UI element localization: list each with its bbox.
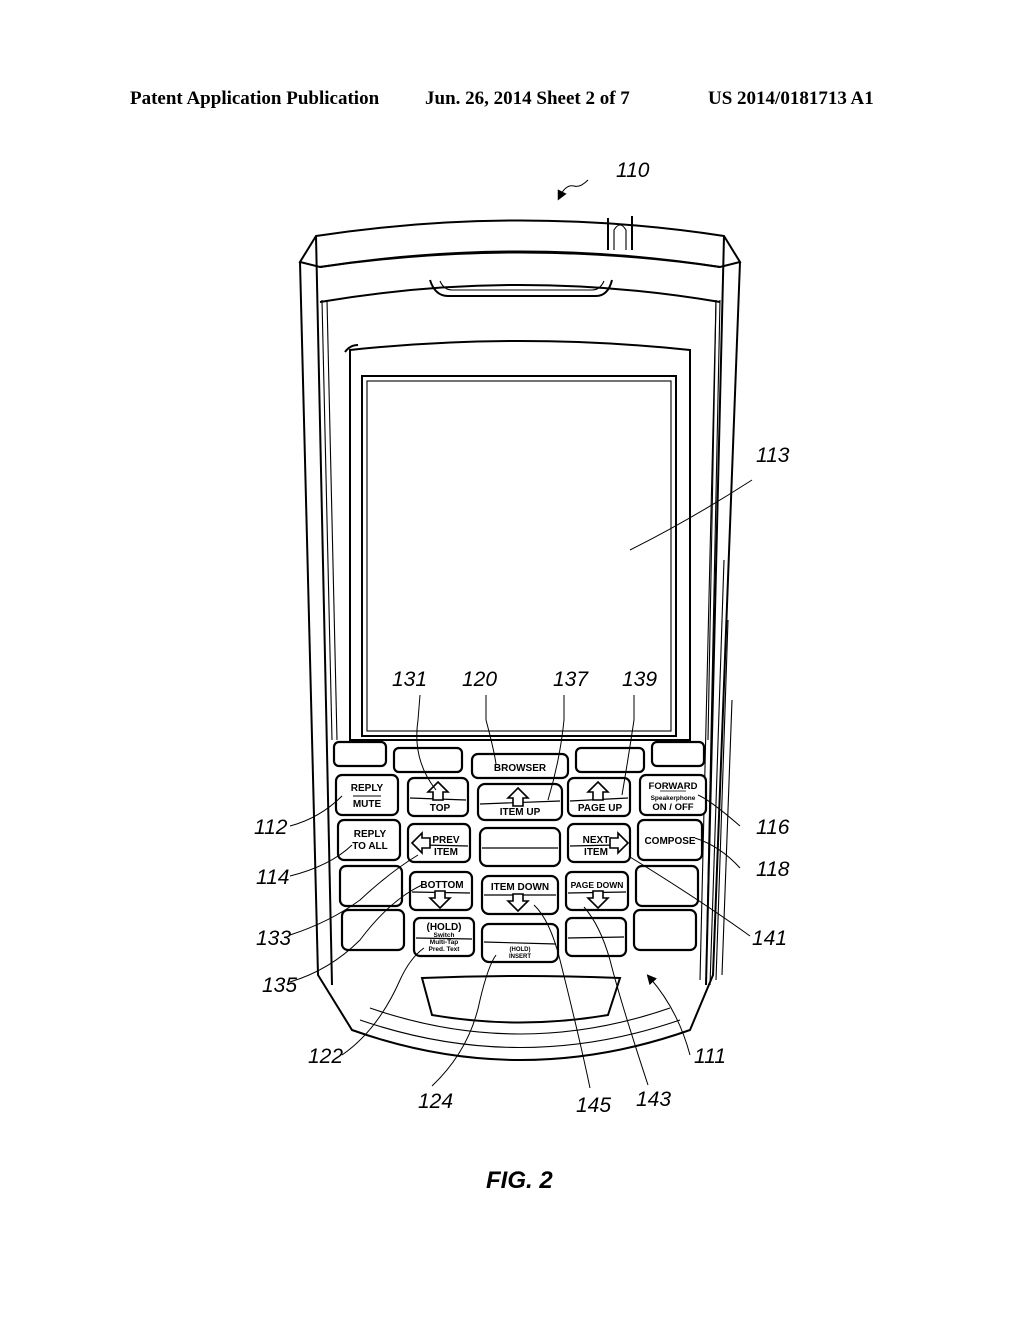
blank-key-row3-right[interactable]	[634, 864, 700, 908]
ref-141: 141	[752, 927, 787, 950]
prev-item-label: ITEM	[434, 847, 458, 858]
compose-label: COMPOSE	[644, 836, 695, 847]
top-label: TOP	[430, 803, 451, 814]
soft-key-left-outer[interactable]	[332, 740, 388, 768]
page-up-label: PAGE UP	[578, 803, 623, 814]
switch-label: Switch	[434, 932, 455, 939]
soft-key-right[interactable]	[574, 746, 646, 774]
on-off-label: ON / OFF	[652, 802, 693, 813]
keyboard: BROWSER REPLY MUTE TOP ITEM UP PAGE UP F…	[332, 740, 708, 964]
ref-139: 139	[622, 668, 657, 691]
patent-figure: BROWSER REPLY MUTE TOP ITEM UP PAGE UP F…	[254, 159, 790, 1194]
ref-120: 120	[462, 668, 497, 691]
ref-111: 111	[694, 1045, 726, 1068]
insert-label: INSERT	[509, 954, 531, 960]
ref-135: 135	[262, 974, 297, 997]
ref-122: 122	[308, 1045, 343, 1068]
to-all-label: TO ALL	[352, 841, 388, 852]
side-button	[607, 216, 633, 250]
speakerphone-label: Speakerphone	[651, 795, 696, 802]
ref-124: 124	[418, 1090, 453, 1113]
ref-118: 118	[756, 858, 790, 881]
ref-145: 145	[576, 1094, 611, 1117]
forward-label: FORWARD	[649, 781, 698, 792]
ref-112: 112	[254, 816, 288, 839]
reply-label: REPLY	[351, 783, 384, 794]
item-up-label: ITEM UP	[500, 807, 541, 818]
browser-label: BROWSER	[494, 763, 547, 774]
ref-116: 116	[756, 816, 790, 839]
hold-small-label: (HOLD)	[510, 947, 531, 953]
blank-key-row4-right[interactable]	[632, 908, 698, 952]
soft-key-right-outer[interactable]	[650, 740, 706, 768]
prev-label: PREV	[432, 835, 460, 846]
next-label: NEXT	[583, 835, 610, 846]
multi-tap-label: Multi-Tap	[430, 939, 458, 946]
ref-110: 110	[616, 159, 650, 182]
ref-113: 113	[756, 444, 790, 467]
ref-131: 131	[392, 668, 427, 691]
blank-key-row4-left[interactable]	[340, 908, 406, 952]
ref-137: 137	[553, 668, 589, 691]
soft-key-left[interactable]	[392, 746, 464, 774]
reply-to-label: REPLY	[354, 829, 387, 840]
figure-caption: FIG. 2	[486, 1167, 553, 1194]
next-item-label: ITEM	[584, 847, 608, 858]
mute-label: MUTE	[353, 799, 382, 810]
item-down-label: ITEM DOWN	[491, 882, 549, 893]
bottom-label: BOTTOM	[420, 880, 463, 891]
reply-to-all-key[interactable]	[336, 818, 402, 862]
ref-143: 143	[636, 1088, 671, 1111]
center-key[interactable]	[478, 826, 562, 868]
ref-114: 114	[256, 866, 289, 889]
ref-133: 133	[256, 927, 291, 950]
page-down-label: PAGE DOWN	[571, 880, 624, 890]
pred-text-label: Pred. Text	[429, 946, 461, 953]
